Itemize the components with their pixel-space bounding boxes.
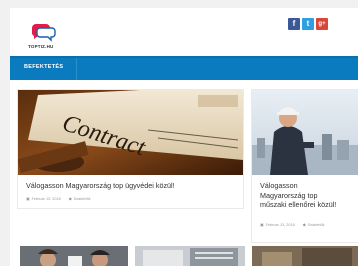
article-title-line[interactable]: Válogasson — [260, 181, 356, 191]
article-meta: ▣ Február 13, 2018 ◆ Szakértők — [260, 222, 333, 227]
article-tag[interactable]: Szakértők — [308, 223, 325, 227]
article-meta: ▣ Február 13, 2018 ◆ Szakértők — [26, 196, 99, 201]
facebook-icon[interactable]: f — [288, 18, 300, 30]
article-card[interactable]: Válogasson Magyarország top műszaki elle… — [252, 90, 358, 242]
article-title-line[interactable]: Magyarország top — [260, 191, 356, 201]
nav-divider — [76, 58, 77, 80]
article-title[interactable]: Válogasson Magyarország top ügyvédei köz… — [26, 181, 236, 191]
article-image[interactable] — [252, 90, 358, 175]
site-header: TOPTIZ.HU f t g+ — [10, 8, 358, 56]
article-title-line[interactable]: műszaki ellenőrei közül! — [260, 200, 356, 210]
logo-bubbles-icon — [31, 24, 56, 42]
article-image[interactable]: Contract — [18, 90, 243, 175]
article-thumbnail[interactable] — [20, 246, 128, 266]
nav-item-befektetes[interactable]: BEFEKTETÉS — [24, 64, 63, 70]
logo-text: TOPTIZ.HU — [28, 44, 54, 49]
article-tag[interactable]: Szakértők — [74, 197, 91, 201]
article-title[interactable]: Válogasson Magyarország top műszaki elle… — [260, 181, 356, 210]
calendar-icon: ▣ — [260, 223, 264, 227]
article-date: Február 13, 2018 — [31, 197, 61, 201]
page: TOPTIZ.HU f t g+ BEFEKTETÉS Contract Vál… — [10, 8, 358, 266]
google-plus-icon[interactable]: g+ — [316, 18, 328, 30]
calendar-icon: ▣ — [26, 197, 30, 201]
tag-icon: ◆ — [302, 223, 306, 227]
article-date: Február 13, 2018 — [265, 223, 295, 227]
tag-icon: ◆ — [68, 197, 72, 201]
article-thumbnail[interactable] — [252, 246, 358, 266]
article-card[interactable]: Contract Válogasson Magyarország top ügy… — [18, 90, 243, 208]
main-nav: BEFEKTETÉS — [10, 56, 358, 80]
twitter-icon[interactable]: t — [302, 18, 314, 30]
article-thumbnail[interactable] — [135, 246, 245, 266]
